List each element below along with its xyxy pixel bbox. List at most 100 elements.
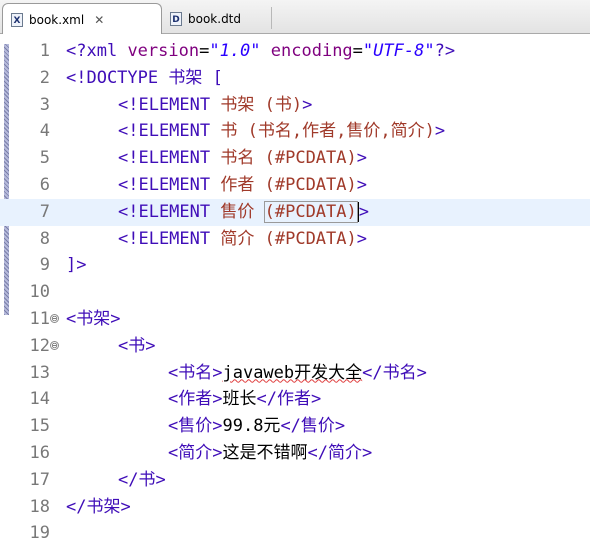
element-end: > xyxy=(302,94,313,115)
line-content: <售价>99.8元</售价> xyxy=(168,413,345,440)
xml-file-icon: X xyxy=(11,12,23,27)
line-content: ]> xyxy=(66,252,86,279)
code-line: 2 <!DOCTYPE 书架 [ xyxy=(0,65,590,92)
text-node: 这是不错啊 xyxy=(222,443,308,463)
open-tag: <书名> xyxy=(168,362,223,383)
content-model: (#PCDATA) xyxy=(263,200,358,223)
line-content: <?xml version="1.0" encoding="UTF-8"?> xyxy=(66,41,456,61)
content-model: (书) xyxy=(264,94,303,115)
element-keyword: <!ELEMENT xyxy=(118,94,211,115)
code-line: 15 <售价>99.8元</售价> xyxy=(0,413,590,440)
tab-book-dtd[interactable]: D book.dtd xyxy=(162,3,272,34)
line-content: <书> xyxy=(118,333,155,360)
line-content: <!ELEMENT 作者 (#PCDATA)> xyxy=(118,172,367,199)
tab-label: book.xml xyxy=(29,12,85,27)
code-line: 1 <?xml version="1.0" encoding="UTF-8"?> xyxy=(0,38,590,65)
line-number: 15 xyxy=(29,416,50,437)
line-number: 9 xyxy=(39,255,50,276)
close-tag: </简介> xyxy=(307,443,373,463)
element-name: 作者 xyxy=(220,175,255,195)
element-keyword: <!ELEMENT xyxy=(118,148,211,169)
attr-value: "UTF-8" xyxy=(362,41,435,61)
line-content: <!ELEMENT 书 (书名,作者,售价,简介)> xyxy=(118,118,445,145)
line-content: <!ELEMENT 书名 (#PCDATA)> xyxy=(118,145,367,172)
line-content: </书> xyxy=(118,467,166,494)
element-name: 售价 xyxy=(220,201,255,222)
element-keyword: <!ELEMENT xyxy=(118,201,211,222)
attr-value: "1.0" xyxy=(209,41,261,61)
line-number: 16 xyxy=(29,443,50,463)
line-content: <!ELEMENT 售价 (#PCDATA) > xyxy=(118,199,369,226)
open-tag: <售价> xyxy=(168,416,223,437)
book-close-tag: </书> xyxy=(118,469,166,490)
open-tag: <作者> xyxy=(168,389,223,410)
code-line: 11 ⊖ <书架> xyxy=(0,306,590,333)
line-number: 5 xyxy=(39,148,50,169)
attr-name: encoding xyxy=(270,41,353,61)
open-tag: <简介> xyxy=(168,443,223,463)
content-model: (#PCDATA) xyxy=(264,175,357,195)
code-line: 16 <简介>这是不错啊</简介> xyxy=(0,440,590,467)
line-number: 18 xyxy=(29,496,50,517)
code-line: 3 <!ELEMENT 书架 (书)> xyxy=(0,92,590,119)
line-content: </书架> xyxy=(66,494,131,521)
doctype-close: ]> xyxy=(66,255,87,276)
close-tag: </售价> xyxy=(280,416,346,437)
element-name: 书架 xyxy=(220,94,255,115)
code-line: 6 <!ELEMENT 作者 (#PCDATA)> xyxy=(0,172,590,199)
element-end: > xyxy=(356,148,367,169)
element-end: > xyxy=(356,201,369,222)
root-close-tag: </书架> xyxy=(66,496,131,517)
code-line: 12 ⊖ <书> xyxy=(0,333,590,360)
line-number: 14 xyxy=(29,389,50,410)
element-end: > xyxy=(356,175,367,195)
line-number: 8 xyxy=(39,228,50,249)
xml-editor-window: X book.xml ✕ D book.dtd 1 <?xml version=… xyxy=(0,0,590,548)
line-content: <作者>班长</作者> xyxy=(168,386,321,413)
code-line: 18 </书架> xyxy=(0,494,590,521)
element-keyword: <!ELEMENT xyxy=(118,121,211,142)
element-name: 书名 xyxy=(220,148,255,169)
code-line: 9 ]> xyxy=(0,252,590,279)
tab-book-xml[interactable]: X book.xml ✕ xyxy=(2,3,162,35)
content-model: (#PCDATA) xyxy=(264,148,357,169)
close-icon[interactable]: ✕ xyxy=(94,13,104,27)
text-node: 班长 xyxy=(222,389,257,410)
line-number: 10 xyxy=(29,282,50,303)
tab-label: book.dtd xyxy=(188,11,242,26)
fold-toggle-icon[interactable]: ⊖ xyxy=(50,340,59,350)
editor-tab-bar: X book.xml ✕ D book.dtd xyxy=(0,0,590,35)
line-number: 3 xyxy=(39,94,50,115)
fold-toggle-icon[interactable]: ⊖ xyxy=(50,314,59,323)
xml-decl-close: ?> xyxy=(434,41,456,61)
code-line: 17 </书> xyxy=(0,467,590,494)
line-number: 12 xyxy=(29,335,50,356)
text-node: javaweb开发大全 xyxy=(222,362,363,383)
content-model: (书名,作者,售价,简介) xyxy=(247,121,435,142)
root-open-tag: <书架> xyxy=(66,309,121,329)
element-name: 书 xyxy=(220,121,238,142)
close-tag: </作者> xyxy=(256,389,322,410)
doctype-keyword: <!DOCTYPE xyxy=(66,67,159,88)
code-editor[interactable]: 1 <?xml version="1.0" encoding="UTF-8"?>… xyxy=(0,34,590,548)
line-content: <书架> xyxy=(66,306,120,333)
line-number: 1 xyxy=(39,41,50,61)
code-line: 10 xyxy=(0,279,590,306)
line-number: 4 xyxy=(39,121,50,142)
line-content: <!DOCTYPE 书架 [ xyxy=(66,65,223,92)
xml-decl-open: <?xml xyxy=(66,41,118,61)
text-node: 99.8元 xyxy=(222,416,281,437)
current-code-line: 7 <!ELEMENT 售价 (#PCDATA) > xyxy=(0,198,590,226)
code-line: 13 <书名>javaweb开发大全</书名> xyxy=(0,360,590,387)
line-number: 7 xyxy=(39,201,50,222)
code-line: 5 <!ELEMENT 书名 (#PCDATA)> xyxy=(0,145,590,172)
element-keyword: <!ELEMENT xyxy=(118,228,211,249)
element-end: > xyxy=(434,121,446,142)
line-number: 6 xyxy=(39,175,50,195)
attr-name: version xyxy=(127,41,200,61)
line-content: <!ELEMENT 简介 (#PCDATA)> xyxy=(118,226,367,253)
doctype-bracket: [ xyxy=(212,67,223,88)
line-content: <简介>这是不错啊</简介> xyxy=(168,440,372,467)
dtd-file-icon: D xyxy=(170,11,182,26)
line-number: 13 xyxy=(29,362,50,383)
